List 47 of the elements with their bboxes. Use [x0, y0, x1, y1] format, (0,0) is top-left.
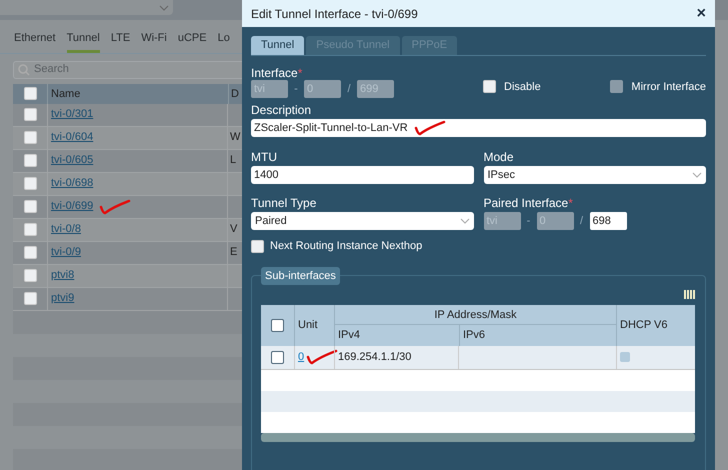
table-cell-text: W — [230, 130, 240, 146]
tab[interactable]: Lo — [218, 30, 230, 52]
interface-link[interactable]: tvi-0/605 — [51, 152, 94, 169]
interface-link[interactable]: tvi-0/699 — [51, 198, 94, 215]
panel-legend: Sub-interfaces — [261, 266, 340, 284]
interface-link[interactable]: tvi-0/301 — [51, 106, 94, 123]
tab[interactable]: Wi-Fi — [141, 30, 167, 52]
column-group-header: IP Address/Mask — [335, 304, 616, 324]
interface-link[interactable]: tvi-0/9 — [51, 244, 81, 261]
tab[interactable]: LTE — [110, 30, 130, 52]
field-label: Mode — [484, 150, 515, 164]
mtu-field[interactable]: 1400 — [251, 166, 474, 184]
table-cell-text: L — [230, 153, 236, 168]
separator-text: / — [578, 214, 584, 229]
separator-text: - — [526, 214, 532, 229]
field-label: Interface* — [251, 66, 304, 80]
checkbox-label: Next Routing Instance Nexthop — [270, 239, 422, 254]
input-field[interactable]: 698 — [590, 212, 626, 230]
field-label: MTU — [251, 150, 278, 164]
close-button[interactable]: × — [696, 6, 706, 22]
tab[interactable]: Ethernet — [14, 30, 56, 52]
unit-link[interactable]: 0 — [298, 348, 304, 366]
required-asterisk: * — [298, 66, 302, 80]
field-label: Paired Interface* — [484, 196, 574, 210]
interface-link[interactable]: ptvi9 — [51, 290, 74, 307]
table-cell: 169.254.1.1/30 — [334, 346, 458, 368]
table-cell-text: V — [230, 222, 238, 238]
table-cell-text: E — [230, 245, 238, 260]
tunnel-type-select[interactable]: Paired — [251, 212, 474, 230]
dialog-title: Edit Tunnel Interface - tvi-0/699 — [251, 6, 418, 22]
interface-link[interactable]: tvi-0/604 — [51, 129, 94, 146]
interface-link[interactable]: ptvi8 — [51, 267, 74, 284]
checkbox-label: Mirror Interface — [631, 80, 706, 94]
field-label: Description — [251, 103, 312, 117]
interface-link[interactable]: tvi-0/8 — [51, 221, 81, 238]
required-asterisk: * — [568, 196, 573, 210]
description-field[interactable]: ZScaler-Split-Tunnel-to-Lan-VR — [251, 119, 706, 137]
field-label: Tunnel Type — [251, 196, 318, 210]
tab[interactable]: Tunnel — [251, 36, 304, 55]
mode-select[interactable]: IPsec — [484, 166, 706, 184]
tab[interactable]: uCPE — [178, 30, 207, 52]
checkbox-label: Disable — [504, 80, 541, 94]
separator-text: - — [293, 82, 299, 97]
tab[interactable]: Tunnel — [66, 30, 100, 52]
interface-link[interactable]: tvi-0/698 — [51, 175, 94, 192]
separator-text: / — [346, 82, 352, 97]
column-header: IPv4 — [337, 328, 362, 343]
